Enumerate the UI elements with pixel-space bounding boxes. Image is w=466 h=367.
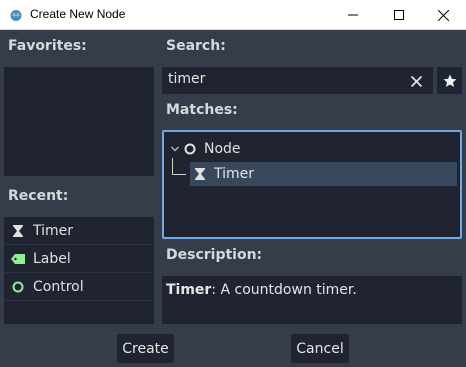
close-button[interactable]	[420, 0, 466, 30]
recent-label: Recent:	[8, 188, 69, 204]
label-tag-icon	[11, 252, 25, 266]
matches-label: Matches:	[166, 102, 238, 118]
maximize-button[interactable]	[376, 0, 422, 30]
recent-list[interactable]: Timer Label Control	[4, 217, 154, 324]
minimize-icon	[348, 14, 358, 16]
recent-item-label: Timer	[33, 223, 74, 239]
favorite-toggle-button[interactable]	[437, 67, 462, 94]
matches-tree[interactable]: Node Timer	[162, 130, 462, 239]
favorites-label: Favorites:	[8, 38, 87, 54]
dialog-content: Favorites: Recent: Timer Label Control S…	[0, 30, 466, 367]
description-panel: Timer: A countdown timer.	[162, 276, 462, 324]
description-body: : A countdown timer.	[211, 282, 357, 298]
description-label: Description:	[166, 247, 263, 263]
recent-item-control[interactable]: Control	[4, 274, 154, 301]
tree-item-label: Node	[204, 141, 241, 157]
close-icon	[437, 9, 449, 21]
search-label: Search:	[166, 38, 226, 54]
description-text: Timer: A countdown timer.	[166, 282, 357, 298]
title-bar: Create New Node	[0, 0, 466, 30]
close-icon	[410, 75, 422, 87]
tree-item-node[interactable]: Node	[168, 137, 458, 161]
search-input-value: timer	[168, 71, 206, 87]
circle-outline-icon	[11, 280, 25, 294]
window-title: Create New Node	[30, 7, 126, 21]
clear-search-button[interactable]	[406, 71, 426, 91]
hourglass-icon	[195, 168, 205, 180]
tree-item-label: Timer	[214, 166, 255, 182]
chevron-down-icon[interactable]	[170, 144, 180, 154]
maximize-icon	[394, 10, 404, 20]
hourglass-icon	[11, 224, 25, 238]
godot-icon	[10, 10, 22, 21]
recent-item-timer[interactable]: Timer	[4, 218, 154, 245]
tree-connector-line	[172, 158, 186, 175]
recent-item-label-node[interactable]: Label	[4, 246, 154, 273]
tree-item-timer[interactable]: Timer	[190, 162, 457, 186]
search-input[interactable]: timer	[162, 67, 433, 94]
recent-item-label: Label	[33, 251, 71, 267]
circle-outline-icon	[184, 143, 196, 155]
create-button[interactable]: Create	[117, 334, 174, 363]
cancel-button[interactable]: Cancel	[291, 334, 349, 363]
favorites-list[interactable]	[4, 67, 154, 176]
star-icon	[443, 74, 456, 87]
minimize-button[interactable]	[330, 0, 376, 30]
recent-item-label: Control	[33, 279, 84, 295]
description-node-name: Timer	[166, 282, 212, 298]
